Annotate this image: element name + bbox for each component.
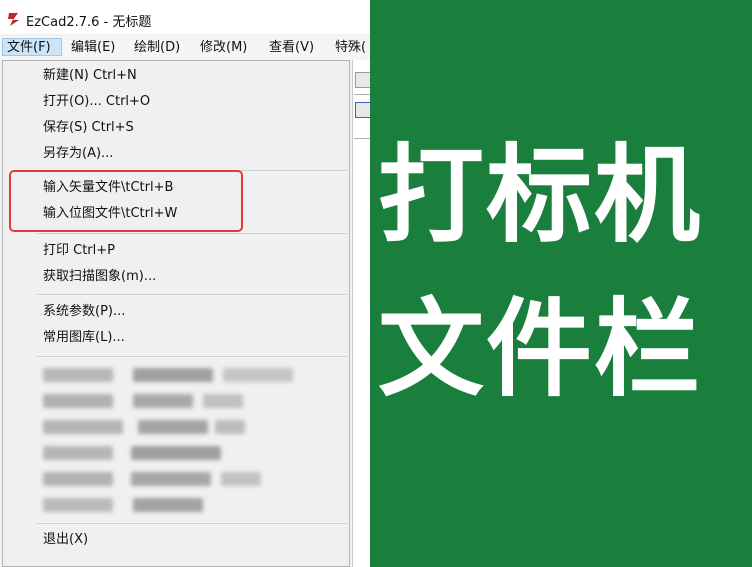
overlay-title-line2: 文件栏	[378, 288, 702, 411]
blurred-recent-file[interactable]	[43, 394, 303, 408]
menu-icon-column	[3, 61, 33, 566]
window-title: EzCad2.7.6 - 无标题	[26, 15, 152, 30]
menu-item-save-as[interactable]: 另存为(A)...	[43, 144, 113, 164]
menu-item-save[interactable]: 保存(S) Ctrl+S	[43, 118, 134, 138]
toolbar-strip	[352, 60, 370, 567]
menu-item-common-library[interactable]: 常用图库(L)...	[43, 328, 125, 348]
menu-separator	[37, 356, 347, 357]
menu-edit[interactable]: 编辑(E)	[71, 39, 115, 57]
menu-item-print[interactable]: 打印 Ctrl+P	[43, 241, 115, 261]
blurred-recent-file[interactable]	[43, 420, 303, 434]
file-menu-dropdown: 新建(N) Ctrl+N 打开(O)... Ctrl+O 保存(S) Ctrl+…	[2, 60, 350, 567]
menu-view[interactable]: 查看(V)	[269, 39, 314, 57]
toolbar-button[interactable]	[355, 72, 370, 88]
red-highlight-box	[9, 170, 243, 232]
menu-item-system-params[interactable]: 系统参数(P)...	[43, 302, 125, 322]
menu-item-exit[interactable]: 退出(X)	[43, 530, 88, 550]
menu-bar: 文件(F) 编辑(E) 绘制(D) 修改(M) 查看(V) 特殊(	[0, 36, 370, 60]
menu-draw[interactable]: 绘制(D)	[134, 39, 180, 57]
menu-separator	[37, 523, 347, 524]
menu-special[interactable]: 特殊(	[335, 39, 366, 57]
menu-separator	[37, 233, 347, 234]
toolbar-separator	[354, 138, 370, 139]
app-window: EzCad2.7.6 - 无标题 文件(F) 编辑(E) 绘制(D) 修改(M)…	[0, 0, 370, 567]
blurred-recent-file[interactable]	[43, 368, 303, 382]
blurred-recent-file[interactable]	[43, 472, 303, 486]
menu-separator	[37, 294, 347, 295]
menu-modify[interactable]: 修改(M)	[200, 39, 247, 57]
menu-file[interactable]: 文件(F)	[2, 38, 62, 56]
overlay-title-line1: 打标机	[378, 134, 702, 257]
menu-item-acquire-scan[interactable]: 获取扫描图象(m)...	[43, 267, 156, 287]
blurred-recent-file[interactable]	[43, 498, 303, 512]
ezcad-logo-icon	[8, 13, 19, 26]
blurred-recent-file[interactable]	[43, 446, 303, 460]
toolbar-separator	[354, 94, 370, 95]
title-bar: EzCad2.7.6 - 无标题	[0, 0, 370, 34]
menu-item-open[interactable]: 打开(O)... Ctrl+O	[43, 92, 150, 112]
menu-item-new[interactable]: 新建(N) Ctrl+N	[43, 66, 137, 86]
toolbar-button[interactable]	[355, 102, 370, 118]
